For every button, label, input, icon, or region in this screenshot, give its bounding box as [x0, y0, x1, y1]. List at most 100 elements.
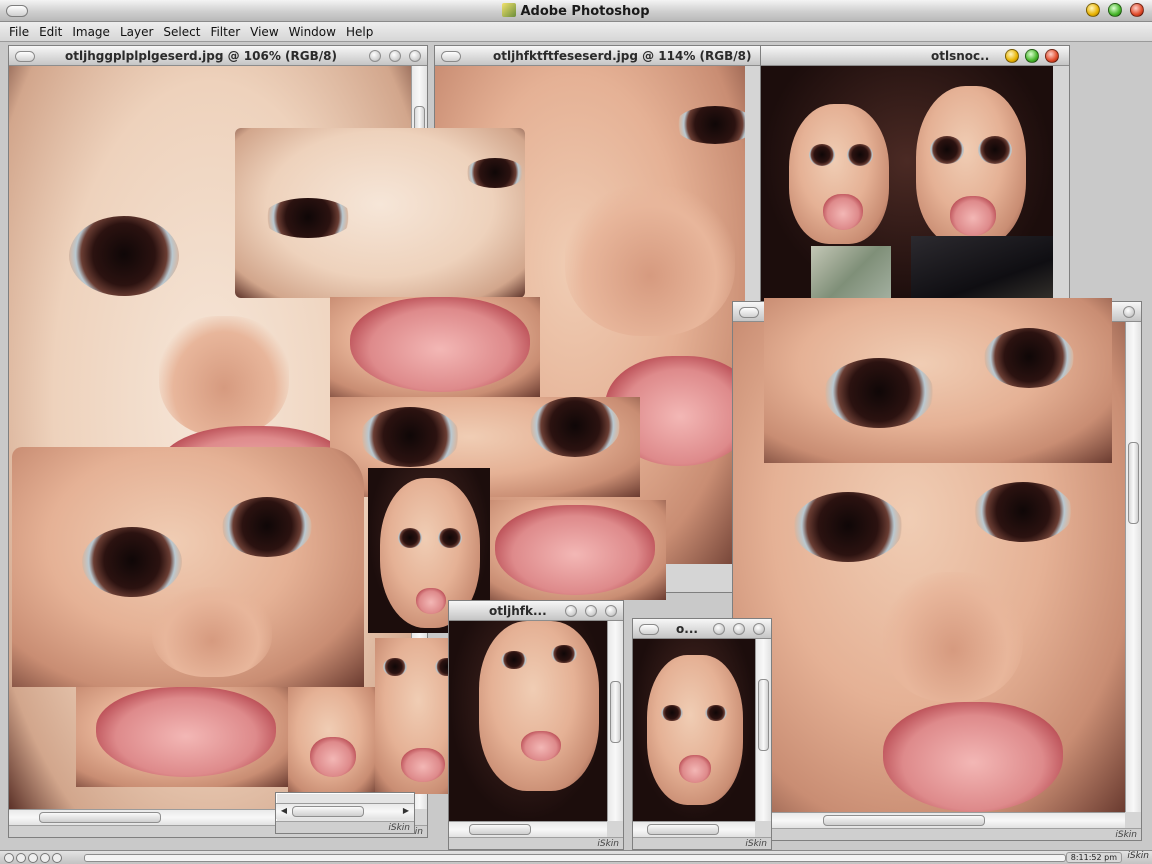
window-close-icon[interactable] — [605, 605, 617, 617]
document-canvas-4[interactable] — [449, 621, 607, 821]
document-window-4-vertical-scrollbar[interactable] — [607, 621, 623, 821]
menu-file[interactable]: File — [4, 25, 34, 39]
window-toggle-icon[interactable] — [739, 307, 759, 318]
document-window-5-titlebar[interactable]: o... — [633, 619, 771, 639]
canvas-eye — [793, 492, 903, 562]
skin-label: iSkin — [597, 839, 619, 849]
eject-icon[interactable] — [52, 853, 62, 863]
document-window-5-vertical-scrollbar[interactable] — [755, 639, 771, 821]
window-close-icon[interactable] — [1123, 306, 1135, 318]
document-window-4-titlebar[interactable]: otljhfk... — [449, 601, 623, 621]
canvas-eye — [69, 216, 179, 296]
document-window-5-horizontal-scrollbar[interactable] — [633, 821, 755, 837]
horizontal-scroll-thumb[interactable] — [823, 815, 985, 826]
statusbar-controls — [4, 853, 62, 863]
window-maximize-icon[interactable] — [585, 605, 597, 617]
canvas-nose — [159, 316, 289, 436]
close-icon[interactable] — [1130, 3, 1144, 17]
statusbar-progress-track[interactable] — [84, 854, 1066, 862]
window-maximize-icon[interactable] — [1025, 49, 1039, 63]
canvas-eye — [984, 328, 1074, 388]
canvas-mouth — [416, 588, 446, 614]
canvas-eye — [978, 136, 1012, 164]
document-window-4-horizontal-scrollbar[interactable] — [449, 821, 607, 837]
document-window-4[interactable]: otljhfk... iSkin — [448, 600, 624, 850]
horizontal-scroll-thumb[interactable] — [292, 806, 364, 817]
scroll-left-icon[interactable]: ◀ — [278, 805, 290, 817]
canvas-eye — [809, 144, 835, 166]
play-icon[interactable] — [28, 853, 38, 863]
statusbar-clock: 8:11:52 pm — [1065, 852, 1122, 863]
document-window-1-titlebar[interactable]: otljhggplplplgeserd.jpg @ 106% (RGB/8) — [9, 46, 427, 66]
window-minimize-icon[interactable] — [1005, 49, 1019, 63]
document-canvas-5[interactable] — [633, 639, 755, 821]
window-toggle-icon[interactable] — [441, 51, 461, 62]
menu-help[interactable]: Help — [341, 25, 378, 39]
partial-window-scrollbar[interactable]: ◀ ▶ iSkin — [275, 792, 415, 834]
vertical-scroll-thumb[interactable] — [758, 679, 769, 751]
document-window-6-vertical-scrollbar[interactable] — [1125, 322, 1141, 812]
canvas-eye — [551, 645, 577, 663]
menu-image[interactable]: Image — [67, 25, 115, 39]
vertical-scroll-thumb[interactable] — [1128, 442, 1139, 524]
photoshop-feather-icon — [502, 3, 517, 17]
maximize-icon[interactable] — [1108, 3, 1122, 17]
window-minimize-icon[interactable] — [565, 605, 577, 617]
photo-shirt — [811, 246, 891, 304]
canvas-eye — [675, 106, 745, 144]
window-close-icon[interactable] — [409, 50, 421, 62]
canvas-nose — [565, 186, 735, 336]
canvas-eye — [847, 144, 873, 166]
window-status-strip: iSkin — [733, 828, 1141, 840]
pause-icon[interactable] — [16, 853, 26, 863]
minimize-icon[interactable] — [1086, 3, 1100, 17]
document-window-2-titlebar[interactable]: otljhfktftfeseserd.jpg @ 114% (RGB/8) — [435, 46, 761, 66]
photo-face-right — [916, 86, 1026, 246]
document-window-3[interactable]: otlsnoc... — [760, 45, 1070, 305]
menu-filter[interactable]: Filter — [205, 25, 245, 39]
document-window-5[interactable]: o... iSkin — [632, 618, 772, 850]
window-close-icon[interactable] — [1045, 49, 1059, 63]
canvas-eye — [824, 358, 934, 428]
window-close-icon[interactable] — [753, 623, 765, 635]
scroll-right-icon[interactable]: ▶ — [400, 805, 412, 817]
canvas-mouth — [401, 748, 445, 782]
app-title-text: Adobe Photoshop — [520, 4, 650, 19]
canvas-mouth — [679, 755, 711, 783]
skin-label: iSkin — [388, 823, 410, 833]
vertical-scroll-thumb[interactable] — [610, 681, 621, 743]
window-toggle-icon[interactable] — [639, 624, 659, 635]
photo-face — [647, 655, 743, 805]
window-toggle-icon[interactable] — [15, 51, 35, 62]
window-maximize-icon[interactable] — [733, 623, 745, 635]
canvas-mouth — [350, 297, 530, 392]
window-minimize-icon[interactable] — [713, 623, 725, 635]
canvas-eye — [705, 705, 727, 721]
forward-icon[interactable] — [40, 853, 50, 863]
window-maximize-icon[interactable] — [389, 50, 401, 62]
rewind-icon[interactable] — [4, 853, 14, 863]
menu-edit[interactable]: Edit — [34, 25, 67, 39]
canvas-mouth — [310, 737, 356, 777]
document-window-6-horizontal-scrollbar[interactable] — [733, 812, 1125, 828]
canvas-mouth — [495, 505, 655, 595]
horizontal-scroll-thumb[interactable] — [39, 812, 161, 823]
horizontal-scroll-thumb[interactable] — [647, 824, 719, 835]
document-window-3-title: otlsnoc... — [931, 49, 989, 63]
canvas-eye — [438, 528, 462, 548]
window-minimize-icon[interactable] — [369, 50, 381, 62]
photo-face — [479, 621, 599, 791]
document-canvas-3[interactable] — [761, 66, 1053, 304]
collage-fragment-mouth-3 — [76, 687, 288, 787]
menu-layer[interactable]: Layer — [115, 25, 158, 39]
canvas-eye — [501, 651, 527, 669]
collage-fragment-right-eyes — [764, 298, 1112, 463]
partial-horizontal-scrollbar[interactable]: ◀ ▶ — [276, 803, 414, 819]
canvas-mouth — [521, 731, 561, 761]
menu-view[interactable]: View — [245, 25, 283, 39]
horizontal-scroll-thumb[interactable] — [469, 824, 531, 835]
app-titlebar: Adobe Photoshop — [0, 0, 1152, 22]
menu-select[interactable]: Select — [158, 25, 205, 39]
document-window-3-titlebar[interactable]: otlsnoc... — [761, 46, 1069, 66]
menu-window[interactable]: Window — [284, 25, 341, 39]
